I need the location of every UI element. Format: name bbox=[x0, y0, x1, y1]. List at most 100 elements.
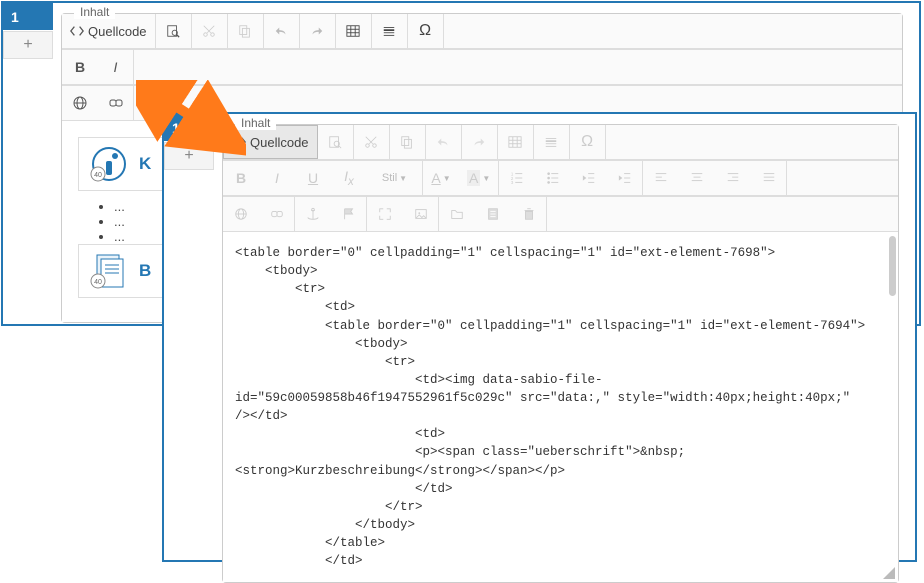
folder-button[interactable] bbox=[439, 197, 475, 231]
text-color-button[interactable]: A▼ bbox=[423, 161, 459, 195]
align-justify-icon bbox=[762, 171, 776, 185]
align-center-icon bbox=[690, 171, 704, 185]
cut-button[interactable] bbox=[192, 14, 228, 48]
undo-icon bbox=[436, 135, 450, 149]
source-icon bbox=[70, 24, 84, 38]
svg-text:40: 40 bbox=[94, 279, 102, 286]
style-label: Stil bbox=[382, 172, 397, 184]
redo-button[interactable] bbox=[462, 125, 498, 159]
chevron-down-icon: ▼ bbox=[482, 174, 490, 183]
page-icon bbox=[486, 207, 500, 221]
align-right-icon bbox=[726, 171, 740, 185]
source-button[interactable]: Quellcode bbox=[223, 125, 318, 159]
copy-button[interactable] bbox=[390, 125, 426, 159]
italic-button[interactable]: I bbox=[98, 50, 134, 84]
undo-button[interactable] bbox=[264, 14, 300, 48]
source-code-text: <table border="0" cellpadding="1" cellsp… bbox=[235, 244, 886, 570]
italic-icon: I bbox=[114, 59, 118, 75]
globe-button[interactable] bbox=[62, 86, 98, 120]
redo-icon bbox=[310, 24, 324, 38]
indent-button[interactable] bbox=[607, 161, 643, 195]
toolbar-main: Quellcode Ω bbox=[223, 125, 898, 160]
link-icon bbox=[270, 207, 284, 221]
toolbar-insert bbox=[223, 196, 898, 232]
copy-icon bbox=[238, 24, 252, 38]
trash-icon bbox=[522, 207, 536, 221]
omega-icon: Ω bbox=[581, 133, 593, 151]
undo-icon bbox=[274, 24, 288, 38]
remove-format-button[interactable]: Ix bbox=[331, 161, 367, 195]
hr-icon bbox=[544, 135, 558, 149]
remove-format-icon: Ix bbox=[344, 168, 354, 188]
underline-icon: U bbox=[308, 170, 318, 186]
align-justify-button[interactable] bbox=[751, 161, 787, 195]
document-icon: 40 bbox=[89, 251, 129, 291]
anchor-button[interactable] bbox=[295, 197, 331, 231]
maximize-icon bbox=[378, 207, 392, 221]
link-icon bbox=[108, 95, 124, 111]
image-icon bbox=[414, 207, 428, 221]
align-left-icon bbox=[654, 171, 668, 185]
hr-button[interactable] bbox=[372, 14, 408, 48]
svg-text:3: 3 bbox=[511, 180, 514, 185]
redo-icon bbox=[472, 135, 486, 149]
list-ul-button[interactable] bbox=[535, 161, 571, 195]
toolbar-format: B I bbox=[62, 49, 902, 85]
redo-button[interactable] bbox=[300, 14, 336, 48]
tab-add[interactable]: + bbox=[3, 31, 53, 59]
globe-button[interactable] bbox=[223, 197, 259, 231]
link-button[interactable] bbox=[98, 86, 134, 120]
list-ol-button[interactable]: 123 bbox=[499, 161, 535, 195]
bg-color-button[interactable]: A▼ bbox=[459, 161, 499, 195]
align-center-button[interactable] bbox=[679, 161, 715, 195]
scissors-icon bbox=[202, 24, 216, 38]
source-button-label: Quellcode bbox=[250, 135, 309, 150]
toolbar-format: B I U Ix Stil▼ A▼ A▼ 123 bbox=[223, 160, 898, 196]
cut-button[interactable] bbox=[354, 125, 390, 159]
svg-text:40: 40 bbox=[94, 172, 102, 179]
list-ul-icon bbox=[546, 171, 560, 185]
anchor-icon bbox=[306, 207, 320, 221]
outdent-button[interactable] bbox=[571, 161, 607, 195]
copy-button[interactable] bbox=[228, 14, 264, 48]
toolbar-main: Quellcode bbox=[62, 14, 902, 49]
globe-icon bbox=[234, 207, 248, 221]
chevron-down-icon: ▼ bbox=[399, 174, 407, 183]
bold-button[interactable]: B bbox=[62, 50, 98, 84]
preview-button[interactable] bbox=[156, 14, 192, 48]
link-button[interactable] bbox=[259, 197, 295, 231]
omega-button[interactable]: Ω bbox=[408, 14, 444, 48]
maximize-button[interactable] bbox=[367, 197, 403, 231]
tab-1[interactable]: 1 bbox=[164, 114, 214, 142]
flag-icon bbox=[342, 207, 356, 221]
omega-button[interactable]: Ω bbox=[570, 125, 606, 159]
tab-1[interactable]: 1 bbox=[3, 3, 53, 31]
preview-button[interactable] bbox=[318, 125, 354, 159]
align-left-button[interactable] bbox=[643, 161, 679, 195]
flag-button[interactable] bbox=[331, 197, 367, 231]
globe-icon bbox=[72, 95, 88, 111]
underline-button[interactable]: U bbox=[295, 161, 331, 195]
italic-button[interactable]: I bbox=[259, 161, 295, 195]
editor-content-source[interactable]: <table border="0" cellpadding="1" cellsp… bbox=[223, 232, 898, 582]
tab-add[interactable]: + bbox=[164, 142, 214, 170]
style-dropdown[interactable]: Stil▼ bbox=[367, 161, 423, 195]
tab-strip: 1 + bbox=[164, 114, 214, 560]
bg-color-icon: A bbox=[467, 170, 480, 186]
scrollbar-thumb[interactable] bbox=[889, 236, 896, 296]
table-button[interactable] bbox=[498, 125, 534, 159]
table-button[interactable] bbox=[336, 14, 372, 48]
italic-icon: I bbox=[275, 170, 279, 186]
bold-button[interactable]: B bbox=[223, 161, 259, 195]
tab-strip: 1 + bbox=[3, 3, 53, 324]
trash-button[interactable] bbox=[511, 197, 547, 231]
undo-button[interactable] bbox=[426, 125, 462, 159]
align-right-button[interactable] bbox=[715, 161, 751, 195]
image-button[interactable] bbox=[403, 197, 439, 231]
resize-grip[interactable] bbox=[881, 565, 895, 579]
source-button[interactable]: Quellcode bbox=[62, 14, 156, 48]
page-button[interactable] bbox=[475, 197, 511, 231]
info-icon: 40 bbox=[89, 144, 129, 184]
hr-button[interactable] bbox=[534, 125, 570, 159]
table-icon bbox=[346, 24, 360, 38]
